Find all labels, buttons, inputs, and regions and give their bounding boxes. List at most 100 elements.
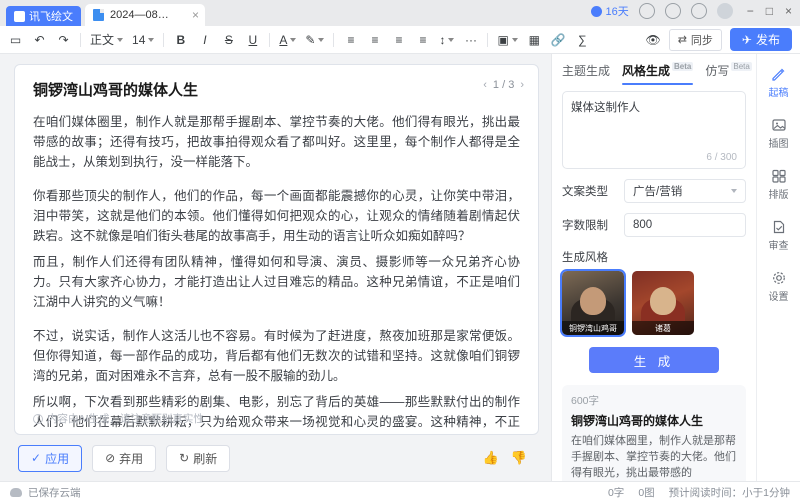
gear-icon bbox=[771, 270, 787, 286]
tab-style-generation-badge: Beta bbox=[672, 62, 693, 71]
highlight-icon: ✎ bbox=[305, 33, 315, 47]
font-size-value: 14 bbox=[132, 33, 145, 47]
document-paragraph: 你看那些顶尖的制作人，他们的作品，每一个画面都能震撼你的心灵，让你笑中带泪，泪中… bbox=[33, 186, 520, 246]
style-avatar-face bbox=[580, 287, 606, 315]
line-spacing-icon: ↕ bbox=[439, 33, 445, 47]
format-clear-icon[interactable]: ▭ bbox=[8, 30, 23, 50]
tab-theme-generation[interactable]: 主题生成 bbox=[562, 62, 610, 85]
discard-button[interactable]: ⊘ 弃用 bbox=[92, 445, 156, 472]
refresh-icon: ↻ bbox=[179, 451, 189, 465]
result-word-count: 600字 bbox=[571, 393, 737, 408]
prompt-textarea[interactable]: 媒体这制作人 6 / 300 bbox=[562, 91, 746, 169]
rail-item-illustration[interactable]: 插图 bbox=[761, 113, 797, 154]
formula-icon[interactable]: ∑ bbox=[575, 30, 590, 50]
sync-label: 同步 bbox=[691, 32, 713, 48]
rail-item-draft[interactable]: 起稿 bbox=[761, 62, 797, 103]
rail-item-review-label: 审查 bbox=[769, 237, 789, 252]
publish-icon: ✈ bbox=[742, 33, 752, 47]
document-card[interactable]: ‹ 1 / 3 › 铜锣湾山鸡哥的媒体人生 在咱们媒体圈里，制作人就是那帮手握剧… bbox=[14, 64, 539, 435]
membership-days-badge[interactable]: 16天 bbox=[591, 3, 628, 19]
apply-label: 应用 bbox=[45, 450, 69, 467]
maximize-button[interactable]: □ bbox=[766, 4, 773, 18]
font-color-button[interactable]: A bbox=[279, 33, 296, 47]
link-icon[interactable]: 🔗 bbox=[551, 30, 566, 50]
prompt-textarea-value: 媒体这制作人 bbox=[571, 99, 737, 115]
sync-button[interactable]: ⇄ 同步 bbox=[669, 29, 722, 51]
refresh-button[interactable]: ↻ 刷新 bbox=[166, 445, 230, 472]
undo-icon[interactable]: ↶ bbox=[32, 30, 47, 50]
word-count-label: 0字 bbox=[608, 485, 624, 500]
document-tab[interactable]: 2024—08… × bbox=[85, 4, 205, 26]
word-limit-input[interactable]: 800 bbox=[624, 213, 746, 237]
brand-tab-label: 讯飞绘文 bbox=[29, 8, 73, 24]
more-options-icon[interactable]: ··· bbox=[463, 30, 478, 50]
pager-next-icon[interactable]: › bbox=[520, 79, 524, 91]
styles-label: 生成风格 bbox=[562, 249, 746, 265]
pager-prev-icon[interactable]: ‹ bbox=[483, 79, 487, 91]
chevron-down-icon bbox=[117, 38, 123, 42]
redo-icon[interactable]: ↷ bbox=[56, 30, 71, 50]
discard-icon: ⊘ bbox=[105, 451, 115, 465]
highlight-color-button[interactable]: ✎ bbox=[305, 33, 324, 47]
image-icon bbox=[771, 117, 787, 133]
ai-disclaimer: i 内容由AI生成，请注意甄别真实性 bbox=[33, 411, 204, 426]
align-left-icon[interactable]: ≡ bbox=[343, 30, 358, 50]
chevron-down-icon bbox=[148, 38, 154, 42]
apply-button[interactable]: ✓ 应用 bbox=[18, 445, 82, 472]
paragraph-style-select[interactable]: 正文 bbox=[90, 31, 123, 48]
document-paragraph: 不过，说实话，制作人这活儿也不容易。有时候为了赶进度，熬夜加班那是家常便饭。但你… bbox=[33, 326, 520, 386]
info-icon: i bbox=[33, 414, 43, 424]
cloud-icon bbox=[10, 488, 22, 497]
table-icon[interactable]: ▦ bbox=[527, 30, 542, 50]
rail-item-settings[interactable]: 设置 bbox=[761, 266, 797, 307]
line-spacing-button[interactable]: ↕ bbox=[439, 33, 454, 47]
rail-item-layout[interactable]: 排版 bbox=[761, 164, 797, 205]
brand-tab[interactable]: 讯飞绘文 bbox=[6, 6, 81, 26]
underline-button[interactable]: U bbox=[245, 30, 260, 50]
align-right-icon[interactable]: ≡ bbox=[391, 30, 406, 50]
doc-type-select[interactable]: 广告/营销 bbox=[624, 179, 746, 203]
window-controls: − □ × bbox=[747, 4, 792, 18]
publish-button[interactable]: ✈ 发布 bbox=[730, 28, 792, 51]
document-tab-label: 2024—08… bbox=[110, 9, 169, 21]
discard-label: 弃用 bbox=[119, 450, 143, 467]
preview-eye-icon[interactable]: 👁 bbox=[645, 30, 660, 50]
tab-imitation-writing[interactable]: 仿写Beta bbox=[705, 62, 751, 85]
italic-button[interactable]: I bbox=[197, 30, 212, 50]
thumbs-up-icon[interactable]: 👍 bbox=[483, 450, 499, 466]
toolbar-divider bbox=[487, 33, 488, 47]
app-window: 讯飞绘文 2024—08… × 16天 − □ × ▭ ↶ ↷ bbox=[0, 0, 800, 503]
style-grid: 铜锣湾山鸡哥 诸葛 bbox=[562, 271, 746, 335]
doc-type-label: 文案类型 bbox=[562, 183, 616, 199]
minimize-button[interactable]: − bbox=[747, 4, 754, 18]
right-panel: 主题生成 风格生成Beta 仿写Beta 媒体这制作人 6 / 300 文案类型 bbox=[551, 54, 756, 481]
font-size-select[interactable]: 14 bbox=[132, 33, 154, 47]
bell-icon[interactable] bbox=[691, 3, 707, 19]
feedback-group: 👍 👎 bbox=[483, 450, 535, 466]
avatar[interactable] bbox=[717, 3, 733, 19]
tab-style-generation[interactable]: 风格生成Beta bbox=[622, 62, 693, 85]
membership-days-label: 16天 bbox=[605, 3, 628, 19]
align-center-icon[interactable]: ≡ bbox=[367, 30, 382, 50]
read-time-label: 预计阅读时间：小于1分钟 bbox=[669, 485, 790, 500]
paragraph-style-value: 正文 bbox=[90, 31, 114, 48]
insert-image-button[interactable]: ▣ bbox=[497, 33, 517, 47]
question-circle-icon[interactable] bbox=[665, 3, 681, 19]
style-card-zhuge[interactable]: 诸葛 bbox=[632, 271, 694, 335]
coin-icon bbox=[591, 6, 602, 17]
rail-item-review[interactable]: 审查 bbox=[761, 215, 797, 256]
document-paragraph: 而且，制作人们还得有团队精神，懂得如何和导演、演员、摄影师等一众兄弟齐心协力。只… bbox=[33, 252, 520, 312]
style-card-shan-ji-ge[interactable]: 铜锣湾山鸡哥 bbox=[562, 271, 624, 335]
close-window-button[interactable]: × bbox=[785, 4, 792, 18]
rail-item-illustration-label: 插图 bbox=[769, 135, 789, 150]
generate-button[interactable]: 生 成 bbox=[589, 347, 719, 373]
strikethrough-button[interactable]: S bbox=[221, 30, 236, 50]
align-justify-icon[interactable]: ≡ bbox=[415, 30, 430, 50]
thumbs-down-icon[interactable]: 👎 bbox=[511, 450, 527, 466]
generated-result-card[interactable]: 600字 铜锣湾山鸡哥的媒体人生 在咱们媒体圈里，制作人就是那帮手握剧本、掌控节… bbox=[562, 385, 746, 481]
pager-label: 1 / 3 bbox=[493, 79, 514, 91]
word-limit-row: 字数限制 800 bbox=[562, 213, 746, 237]
check-circle-icon[interactable] bbox=[639, 3, 655, 19]
close-tab-icon[interactable]: × bbox=[192, 9, 199, 21]
bold-button[interactable]: B bbox=[173, 30, 188, 50]
